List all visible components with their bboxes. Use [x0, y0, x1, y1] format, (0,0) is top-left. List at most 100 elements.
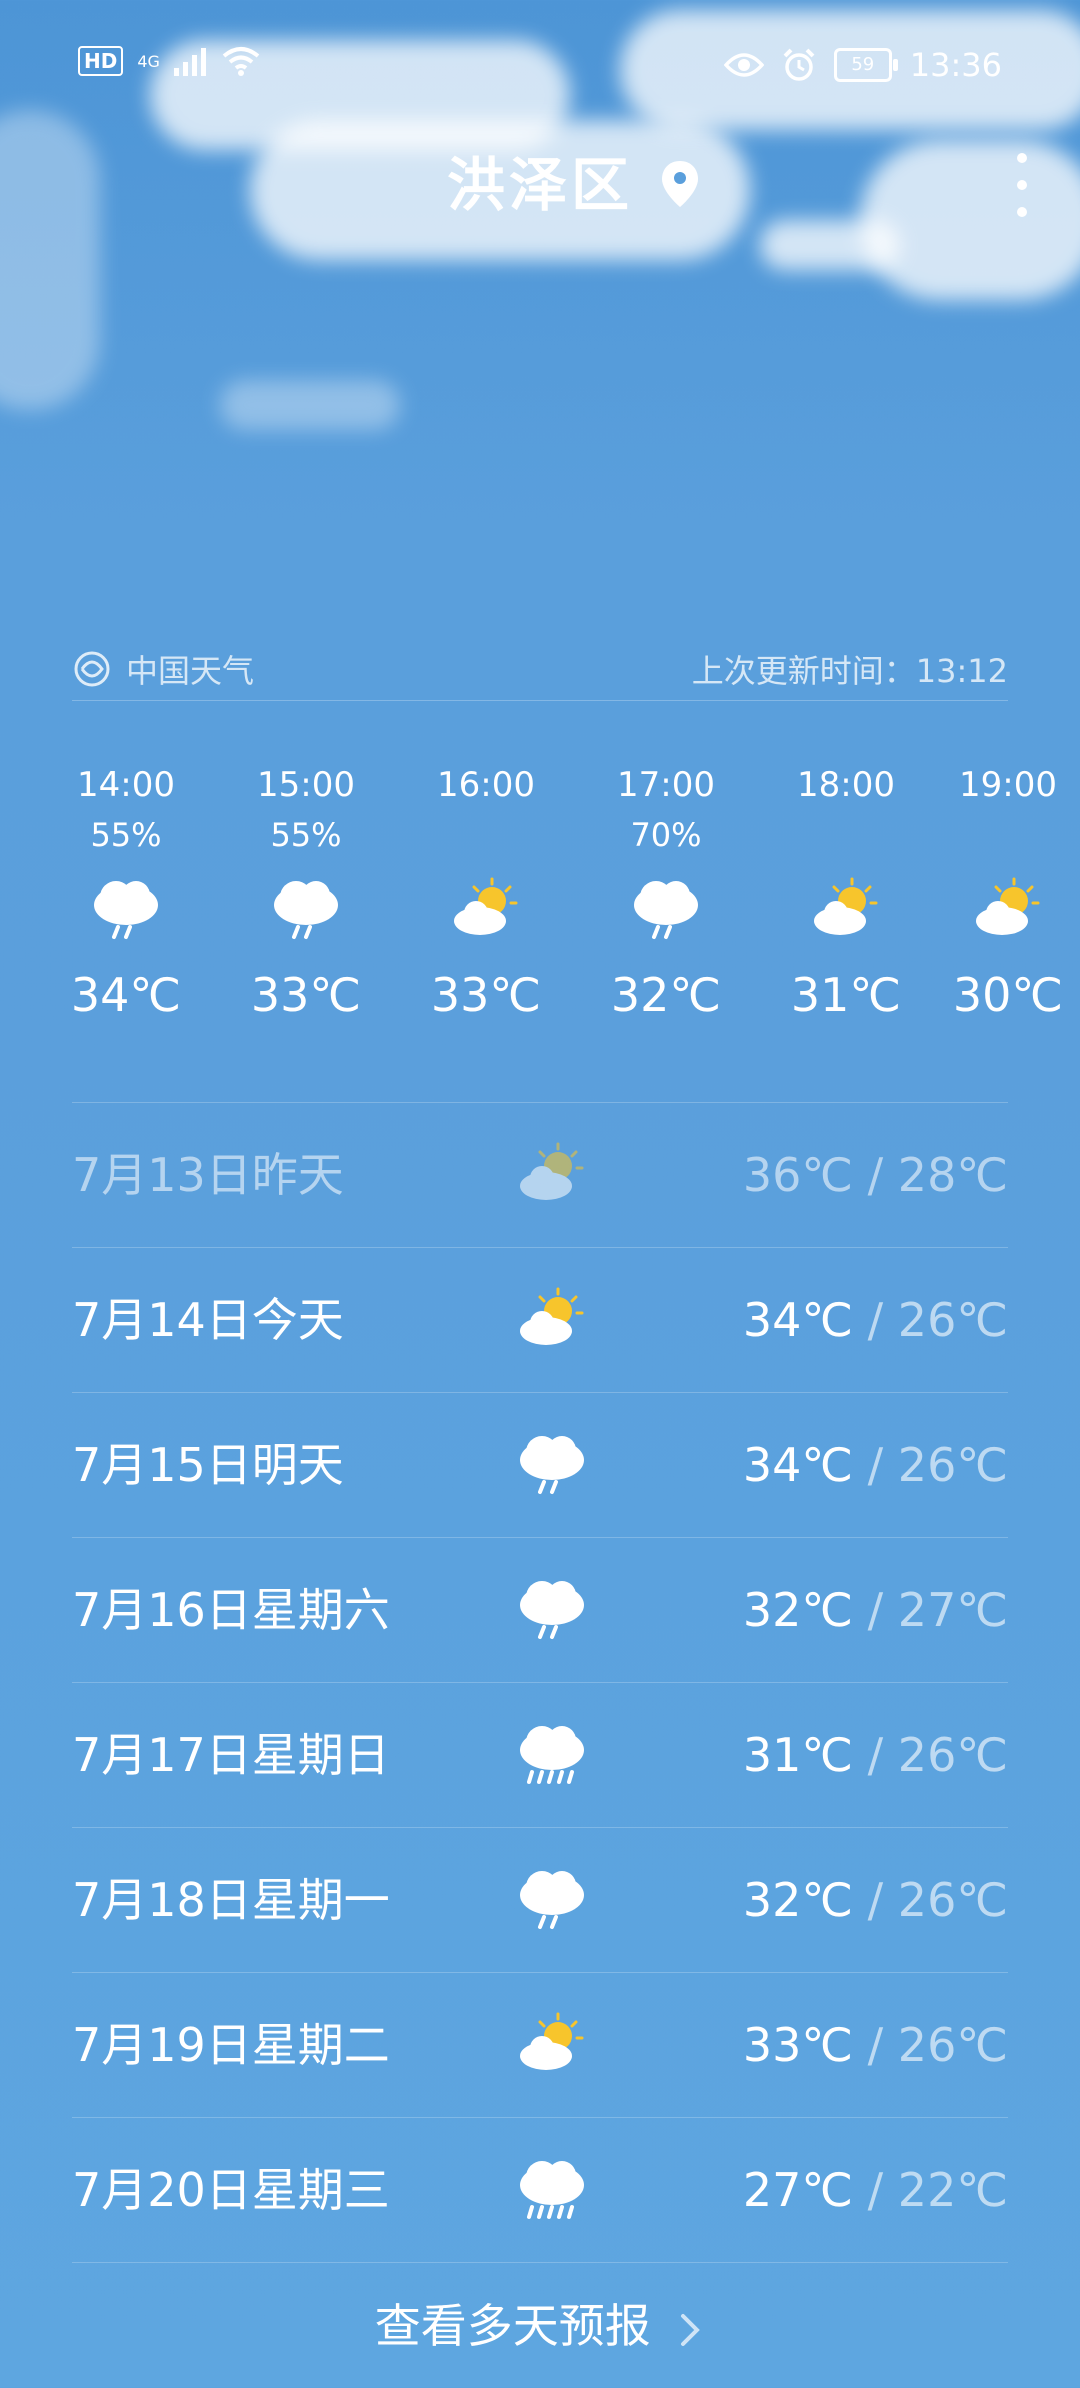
day-label: 7月19日星期二 [72, 2018, 390, 2072]
hour-time: 16:00 [437, 765, 535, 805]
hour-time: 15:00 [257, 765, 355, 805]
hourly-forecast[interactable]: 14:00 55% 34℃ 15:00 55% 33℃ 16:00 33℃ 17… [0, 760, 1080, 1090]
more-forecast-button[interactable]: 查看多天预报 [0, 2290, 1080, 2356]
rain-icon [502, 1423, 602, 1507]
temp-range: 32℃ / 26℃ [743, 1868, 1008, 1932]
hourly-item: 15:00 55% 33℃ [216, 760, 396, 1030]
hour-time: 19:00 [959, 765, 1057, 805]
temp-range: 36℃ / 28℃ [743, 1143, 1008, 1207]
partly-cloudy-icon [502, 2003, 602, 2087]
rain-icon [216, 860, 396, 960]
temp-high: 27℃ [742, 2163, 854, 2217]
temp-range: 27℃ / 22℃ [743, 2158, 1008, 2222]
hour-temp: 33℃ [250, 968, 362, 1022]
daily-row[interactable]: 7月18日星期一 32℃ / 26℃ [72, 1828, 1008, 1972]
temp-low: 26℃ [897, 1728, 1008, 1782]
hourly-item: 18:00 31℃ [756, 760, 936, 1030]
heavy-rain-icon [502, 2148, 602, 2232]
daily-row[interactable]: 7月19日星期二 33℃ / 26℃ [72, 1973, 1008, 2117]
precip-probability: 55% [90, 816, 162, 854]
hour-time: 17:00 [617, 765, 715, 805]
more-vert-icon[interactable] [1012, 150, 1032, 220]
daily-row[interactable]: 7月13日昨天 36℃ / 28℃ [72, 1103, 1008, 1247]
temp-high: 33℃ [742, 2018, 854, 2072]
city-header[interactable]: 洪泽区 [0, 145, 1080, 225]
source-row: 中国天气 上次更新时间：13:12 [72, 640, 1008, 701]
temp-high: 34℃ [742, 1438, 854, 1492]
day-label: 7月20日星期三 [72, 2163, 390, 2217]
last-updated: 上次更新时间：13:12 [691, 652, 1008, 690]
temp-separator: / [853, 1583, 898, 1637]
daily-row[interactable]: 7月17日星期日 31℃ / 26℃ [72, 1683, 1008, 1827]
daily-row[interactable]: 7月20日星期三 27℃ / 22℃ [72, 2118, 1008, 2262]
precip-probability: 70% [630, 816, 702, 854]
temp-high: 36℃ [742, 1148, 854, 1202]
temp-separator: / [853, 1873, 898, 1927]
heavy-rain-icon [502, 1713, 602, 1797]
chevron-right-icon [681, 2313, 701, 2346]
hour-temp: 34℃ [70, 968, 182, 1022]
hour-temp: 31℃ [790, 968, 902, 1022]
hourly-item: 14:00 55% 34℃ [36, 760, 216, 1030]
weather-china-logo-icon [74, 651, 110, 687]
wifi-icon [222, 47, 260, 76]
alarm-icon [783, 48, 815, 81]
temp-range: 33℃ / 26℃ [743, 2013, 1008, 2077]
temp-low: 26℃ [897, 1293, 1008, 1347]
partly-cloudy-icon [396, 860, 576, 960]
source-name: 中国天气 [126, 652, 255, 690]
network-type: 4G [137, 51, 160, 71]
temp-low: 22℃ [897, 2163, 1008, 2217]
battery-indicator: 59 [833, 48, 898, 82]
city-name[interactable]: 洪泽区 [447, 151, 633, 219]
temp-separator: / [853, 1728, 898, 1782]
status-bar: HD 4G 59 13:36 [0, 40, 1080, 90]
hour-time: 14:00 [77, 765, 175, 805]
temp-low: 27℃ [897, 1583, 1008, 1637]
temp-separator: / [853, 1148, 898, 1202]
temp-high: 34℃ [742, 1293, 854, 1347]
temp-low: 26℃ [897, 2018, 1008, 2072]
temp-range: 34℃ / 26℃ [743, 1433, 1008, 1497]
location-pin-icon[interactable] [660, 159, 700, 209]
temp-separator: / [853, 2018, 898, 2072]
temp-separator: / [853, 2163, 898, 2217]
rain-icon [576, 860, 756, 960]
temp-separator: / [853, 1293, 898, 1347]
day-label: 7月15日明天 [72, 1438, 344, 1492]
day-label: 7月14日今天 [72, 1293, 344, 1347]
daily-row[interactable]: 7月16日星期六 32℃ / 27℃ [72, 1538, 1008, 1682]
divider [72, 2262, 1008, 2263]
temp-low: 26℃ [897, 1873, 1008, 1927]
status-time: 13:36 [909, 46, 1002, 84]
more-forecast-label: 查看多天预报 [374, 2299, 651, 2353]
precip-probability [936, 810, 1080, 860]
partly-cloudy-icon [756, 860, 936, 960]
day-label: 7月13日昨天 [72, 1148, 344, 1202]
hour-temp: 33℃ [430, 968, 542, 1022]
hour-temp: 30℃ [952, 968, 1064, 1022]
hourly-item: 16:00 33℃ [396, 760, 576, 1030]
rain-icon [502, 1568, 602, 1652]
rain-icon [502, 1858, 602, 1942]
rain-icon [36, 860, 216, 960]
temp-range: 34℃ / 26℃ [743, 1288, 1008, 1352]
eye-icon [723, 53, 764, 77]
temp-separator: / [853, 1438, 898, 1492]
temp-low: 28℃ [897, 1148, 1008, 1202]
temp-range: 32℃ / 27℃ [743, 1578, 1008, 1642]
temp-low: 26℃ [897, 1438, 1008, 1492]
source-brand: 中国天气 [72, 646, 254, 692]
hourly-item: 17:00 70% 32℃ [576, 760, 756, 1030]
partly-cloudy-icon [502, 1133, 602, 1217]
temp-high: 31℃ [742, 1728, 854, 1782]
hour-time: 18:00 [797, 765, 895, 805]
precip-probability [396, 810, 576, 860]
partly-cloudy-icon [936, 860, 1080, 960]
precip-probability: 55% [270, 816, 342, 854]
hour-temp: 32℃ [610, 968, 722, 1022]
daily-row[interactable]: 7月14日今天 34℃ / 26℃ [72, 1248, 1008, 1392]
hd-badge: HD [78, 46, 124, 76]
daily-row[interactable]: 7月15日明天 34℃ / 26℃ [72, 1393, 1008, 1537]
day-label: 7月17日星期日 [72, 1728, 390, 1782]
